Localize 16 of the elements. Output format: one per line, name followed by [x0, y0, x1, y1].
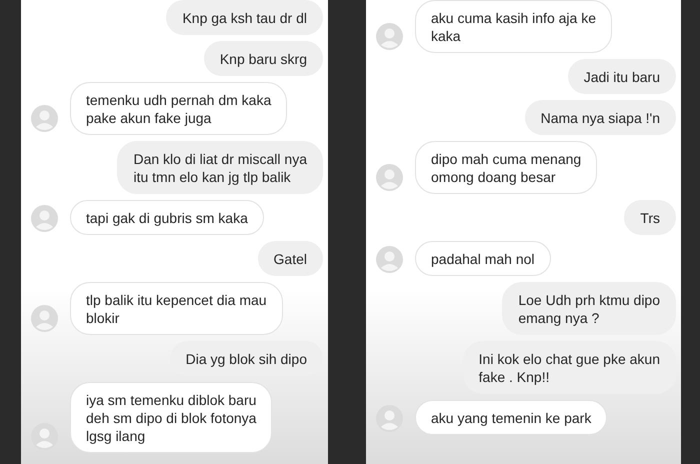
- sent-message: Nama nya siapa !'n: [524, 100, 676, 135]
- received-message: padahal mah nol: [415, 241, 551, 276]
- received-message: tlp balik itu kepencet dia mau blokir: [70, 282, 283, 335]
- sent-message: Jadi itu baru: [568, 59, 676, 94]
- received-message: dipo mah cuma menang omong doang besar: [415, 141, 598, 194]
- sent-message: Trs: [624, 200, 676, 235]
- sent-message: Gatel: [258, 241, 323, 276]
- sent-message: Knp baru skrg: [204, 41, 323, 76]
- received-message: tapi gak di gubris sm kaka: [70, 200, 264, 235]
- received-message: temenku udh pernah dm kaka pake akun fake juga: [70, 82, 288, 135]
- received-message: aku yang temenin ke park: [415, 400, 608, 435]
- sent-message: Dan klo di liat dr miscall nya itu tmn elo kan jg tlp balik: [117, 141, 323, 194]
- received-message: iya sm temenku diblok baru deh sm dipo di blok fotonya lgsg ilang: [70, 382, 272, 453]
- sent-message: Loe Udh prh ktmu dipo emang nya ?: [502, 282, 676, 335]
- sent-message: Knp ga ksh tau dr dl: [166, 0, 323, 35]
- received-message: aku cuma kasih info aja ke kaka: [415, 0, 612, 53]
